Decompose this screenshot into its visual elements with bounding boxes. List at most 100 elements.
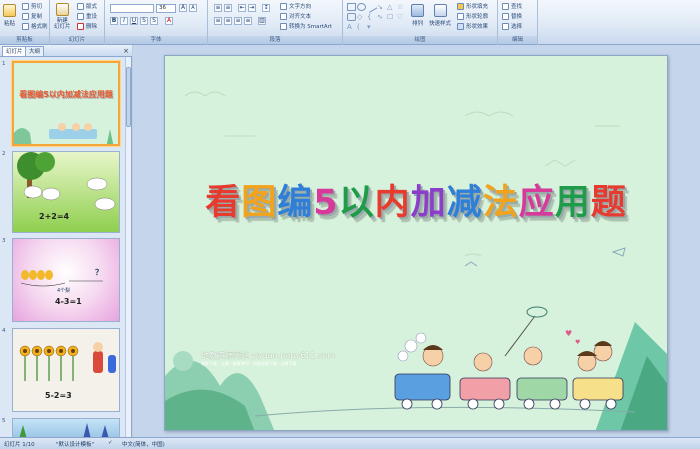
status-bar: 幻灯片 1/10 "默认设计模板" ✓ 中文(简体，中国) <box>0 437 700 449</box>
layout-button[interactable]: 版式 <box>77 2 97 10</box>
slide-number: 5 <box>2 418 6 424</box>
shrink-font-button[interactable]: A <box>189 4 197 12</box>
tab-outline[interactable]: 大纲 <box>25 46 45 56</box>
replace-icon <box>502 12 509 20</box>
shape-curve-icon[interactable]: ∿ <box>377 13 386 21</box>
copy-button[interactable]: 复制 <box>22 12 42 20</box>
editing-label: 编辑 <box>498 36 537 44</box>
shape-fill-button[interactable]: 形状填充 <box>457 2 488 10</box>
slide-canvas[interactable]: ♥ ♥ 看图编5以内加减法应用题 幼教资源网站 ziyuan.baby611.c… <box>164 55 668 431</box>
shape-effects-button[interactable]: 形状效果 <box>457 22 488 30</box>
reset-icon <box>77 12 84 20</box>
align-left-icon[interactable]: ≡ <box>214 17 222 25</box>
delete-icon <box>77 22 84 30</box>
layout-icon <box>77 2 84 10</box>
thumb-label: 4个梨 <box>57 288 71 294</box>
align-center-icon[interactable]: ≡ <box>224 17 232 25</box>
paste-button[interactable]: 粘贴 <box>3 4 16 27</box>
cut-button[interactable]: 剪切 <box>22 2 42 10</box>
numbering-icon[interactable]: ≡ <box>224 4 232 12</box>
title-char: 加 <box>410 183 447 223</box>
format-painter-button[interactable]: 格式刷 <box>22 22 48 30</box>
shape-diamond-icon[interactable]: ◇ <box>357 13 366 21</box>
title-char: 5 <box>313 183 339 223</box>
shadow-button[interactable]: S <box>150 17 158 25</box>
strikethrough-button[interactable]: S <box>140 17 148 25</box>
slides-pane: 幻灯片 大纲 × 1 看图编5以内加减法应用题 2 2+2=4 3 ？ 4个梨 … <box>0 45 132 438</box>
decrease-indent-icon[interactable]: ⇤ <box>238 4 246 12</box>
drawing-group: ↘ △ ☆ ◇ { ∿ ☐ ♡ A ( ▾ 排列 快速样式 形状填充 形状轮廓 … <box>343 0 498 45</box>
shape-arrow-icon[interactable]: ↘ <box>377 3 386 11</box>
shape-star-icon[interactable]: ☆ <box>397 3 406 11</box>
fill-bucket-icon <box>457 2 464 10</box>
shape-more-icon[interactable]: ▾ <box>367 23 376 31</box>
arrange-button[interactable]: 排列 <box>411 4 424 27</box>
slide-thumb-3[interactable]: ？ 4个梨 4-3=1 <box>12 238 120 322</box>
italic-button[interactable]: I <box>120 17 128 25</box>
quick-styles-button[interactable]: 快速样式 <box>429 4 451 27</box>
shape-outline-button[interactable]: 形状轮廓 <box>457 12 488 20</box>
thumbnail-scrollbar[interactable] <box>125 57 131 437</box>
font-color-button[interactable]: A <box>165 17 173 25</box>
bullets-icon[interactable]: ≡ <box>214 4 222 12</box>
effects-icon <box>457 22 464 30</box>
shape-heart-icon[interactable]: ♡ <box>397 13 406 21</box>
font-name-combo[interactable] <box>110 4 154 13</box>
increase-indent-icon[interactable]: ⇥ <box>248 4 256 12</box>
slide-thumb-5[interactable] <box>12 418 120 438</box>
paragraph-label: 段落 <box>208 36 342 44</box>
columns-icon[interactable]: ▥ <box>258 17 266 25</box>
shape-textbox-icon[interactable]: A <box>347 23 356 31</box>
slide-thumb-2[interactable]: 2+2=4 <box>12 151 120 233</box>
line-spacing-icon[interactable]: ↕ <box>262 4 270 12</box>
title-char: 看 <box>205 183 242 223</box>
tab-slides[interactable]: 幻灯片 <box>2 46 27 56</box>
slide-thumb-1[interactable]: 看图编5以内加减法应用题 <box>12 61 120 146</box>
arrange-icon <box>411 4 424 17</box>
delete-slide-button[interactable]: 删除 <box>77 22 97 30</box>
svg-text:♥: ♥ <box>575 339 580 346</box>
convert-smartart-button[interactable]: 转换为 SmartArt <box>280 22 332 30</box>
select-button[interactable]: 选择 <box>502 22 522 30</box>
shape-callout-icon[interactable]: ☐ <box>387 13 396 21</box>
slide-title[interactable]: 看图编5以内加减法应用题 <box>165 174 667 225</box>
shape-brace-icon[interactable]: { <box>367 13 376 21</box>
title-char: 编 <box>277 183 314 223</box>
thumb-scenery-icon <box>14 123 114 144</box>
scrollbar-thumb[interactable] <box>126 67 131 127</box>
close-pane-icon[interactable]: × <box>123 47 129 55</box>
shape-rounded-rect-icon[interactable] <box>347 13 356 21</box>
text-direction-button[interactable]: 文字方向 <box>280 2 311 10</box>
shape-oval-icon[interactable] <box>357 3 366 11</box>
shape-rectangle-icon[interactable] <box>347 3 356 11</box>
grow-font-button[interactable]: A <box>179 4 187 12</box>
slide-number: 3 <box>2 238 6 244</box>
title-char: 内 <box>374 183 411 223</box>
reset-button[interactable]: 重设 <box>77 12 97 20</box>
justify-icon[interactable]: ≡ <box>244 17 252 25</box>
pencil-icon <box>457 12 464 20</box>
font-size-combo[interactable]: 36 <box>156 4 176 13</box>
font-label: 字体 <box>105 36 207 44</box>
ribbon: 粘贴 剪切 复制 格式刷 剪贴板 新建 幻灯片 版式 重设 删除 幻灯片 36 … <box>0 0 700 45</box>
editing-group: 查找 替换 选择 编辑 <box>498 0 538 45</box>
cursor-icon <box>502 22 509 30</box>
find-button[interactable]: 查找 <box>502 2 522 10</box>
shape-bracket-icon[interactable]: ( <box>357 23 366 31</box>
spellcheck-icon[interactable]: ✓ <box>108 440 113 446</box>
underline-button[interactable]: U <box>130 17 138 25</box>
shape-triangle-icon[interactable]: △ <box>387 3 396 11</box>
text-direction-icon <box>280 2 287 10</box>
align-text-button[interactable]: 对齐文本 <box>280 12 311 20</box>
align-right-icon[interactable]: ≡ <box>234 17 242 25</box>
replace-button[interactable]: 替换 <box>502 12 522 20</box>
bold-button[interactable]: B <box>110 17 118 25</box>
slide-thumb-4[interactable]: 5-2=3 <box>12 328 120 412</box>
title-char: 图 <box>241 183 278 223</box>
language-status: 中文(简体，中国) <box>122 442 165 448</box>
new-slide-button[interactable]: 新建 幻灯片 <box>54 3 71 30</box>
shape-line-icon[interactable] <box>365 1 378 13</box>
pane-tabs: 幻灯片 大纲 × <box>0 45 132 57</box>
thumb-equation: 5-2=3 <box>45 391 72 400</box>
title-char: 以 <box>338 183 375 223</box>
